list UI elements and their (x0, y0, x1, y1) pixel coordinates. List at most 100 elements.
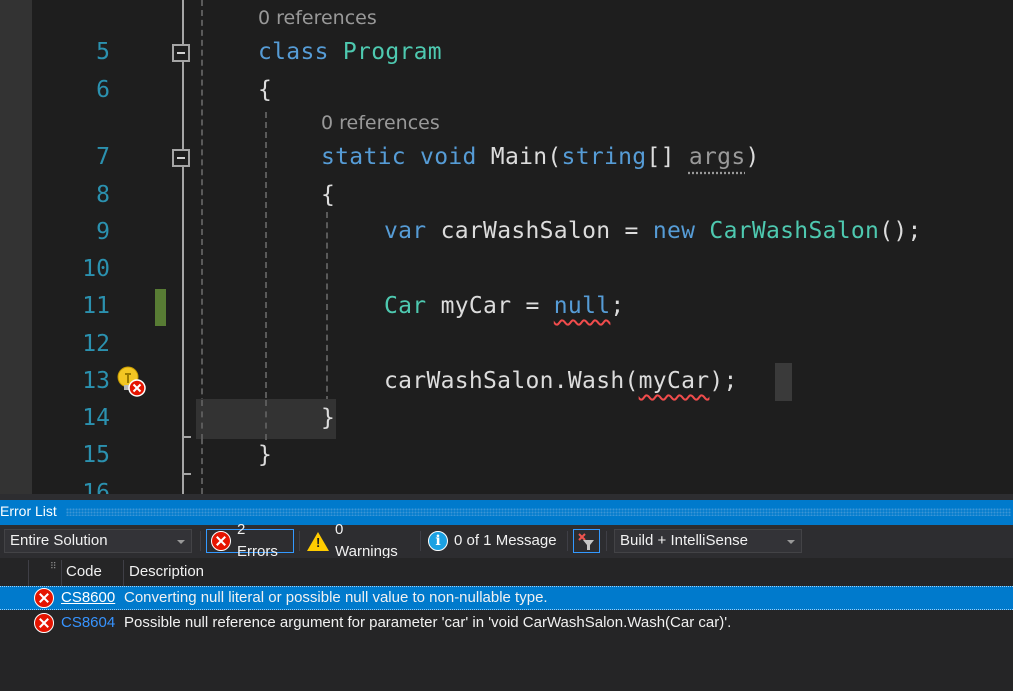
collapse-class-toggle[interactable] (172, 44, 190, 62)
line-number: 7 (96, 144, 110, 170)
errors-filter-button[interactable]: 2 Errors (206, 521, 294, 560)
line-number: 13 (82, 368, 110, 394)
error-row[interactable]: CS8600 Converting null literal or possib… (0, 586, 1013, 610)
error-list-title-bar[interactable]: Error List (0, 500, 1013, 525)
error-code-link[interactable]: CS8600 (61, 587, 115, 609)
error-row[interactable]: CS8604 Possible null reference argument … (0, 611, 1013, 635)
column-header-code[interactable]: Code (66, 558, 102, 586)
changed-line-marker (155, 289, 166, 326)
column-divider[interactable] (61, 560, 62, 586)
panel-title: Error List (0, 503, 57, 519)
indent-guide (265, 400, 267, 440)
line-number: 12 (82, 331, 110, 357)
sort-grip-icon: ⠿ (50, 562, 57, 572)
warning-icon: ! (307, 531, 329, 551)
punctuation: (); (879, 218, 922, 244)
identifier: myCar = (426, 293, 554, 319)
messages-count-label: 0 of 1 Message (454, 532, 557, 549)
code-line-7[interactable]: static void Main(string[] args) (321, 142, 760, 172)
keyword: string (561, 144, 647, 170)
punctuation: ) (745, 144, 760, 170)
keyword: static (321, 144, 406, 170)
code-line-15[interactable]: } (258, 440, 272, 470)
chevron-down-icon (177, 540, 185, 544)
line-number: 6 (96, 77, 110, 103)
collapse-method-toggle[interactable] (172, 149, 190, 167)
warnings-count-label: 0 Warnings (335, 521, 398, 560)
code-line-11[interactable]: Car myCar = null; (384, 291, 625, 321)
punctuation: ); (709, 368, 738, 394)
line-number: 9 (96, 219, 110, 245)
column-divider[interactable] (123, 560, 124, 586)
text-caret-block (775, 363, 792, 401)
panel-drag-grip[interactable] (66, 508, 1011, 516)
code-line-13[interactable]: carWashSalon.Wash(myCar); (384, 366, 738, 396)
errors-count-label: 2 Errors (237, 521, 278, 560)
code-line-9[interactable]: var carWashSalon = new CarWashSalon(); (384, 216, 922, 246)
identifier: carWashSalon = (426, 218, 653, 244)
punctuation: ; (610, 293, 625, 319)
scope-dropdown-value: Entire Solution (10, 532, 108, 549)
brace: { (321, 182, 336, 208)
code-line-5[interactable]: class Program (258, 37, 442, 67)
code-lens-references[interactable]: 0 references (321, 112, 440, 134)
clear-filter-icon (578, 533, 594, 550)
indent-guide (201, 400, 203, 440)
fold-end-marker (182, 473, 191, 475)
source-dropdown-value: Build + IntelliSense (620, 532, 748, 549)
toolbar-divider (200, 531, 201, 551)
type-name: CarWashSalon (709, 218, 880, 244)
keyword: var (384, 218, 427, 244)
line-number: 16 (82, 480, 110, 494)
toolbar-divider (567, 531, 568, 551)
code-lens-references[interactable]: 0 references (258, 7, 377, 29)
indent-guide (265, 112, 267, 438)
brace: { (258, 77, 273, 103)
code-line-6[interactable]: { (258, 75, 272, 105)
lightbulb-error-icon[interactable] (117, 366, 147, 400)
column-divider (28, 560, 29, 586)
keyword: void (420, 144, 477, 170)
line-number: 15 (82, 442, 110, 468)
code-editor[interactable]: 5 6 7 8 9 10 11 12 13 14 15 16 0 referen… (0, 0, 1013, 494)
line-number: 8 (96, 182, 110, 208)
error-squiggle-null[interactable]: null (554, 293, 611, 319)
error-icon (34, 613, 54, 633)
keyword: new (652, 218, 696, 244)
editor-left-margin (0, 0, 32, 494)
keyword: class (258, 39, 329, 65)
type-name: Program (342, 39, 442, 65)
warnings-filter-button[interactable]: ! 0 Warnings (303, 521, 413, 560)
info-icon: i (428, 531, 448, 551)
clear-filter-button[interactable] (573, 529, 600, 553)
unused-parameter: args (688, 144, 746, 170)
line-number: 5 (96, 39, 110, 65)
source-dropdown[interactable]: Build + IntelliSense (614, 529, 802, 553)
messages-filter-button[interactable]: i 0 of 1 Message (424, 529, 564, 553)
code-line-14[interactable]: } (321, 403, 335, 433)
outline-gutter (182, 0, 184, 494)
line-number: 14 (82, 405, 110, 431)
type-name: Car (384, 293, 427, 319)
error-description: Converting null literal or possible null… (124, 589, 548, 606)
toolbar-divider (299, 531, 300, 551)
error-squiggle-mycar[interactable]: myCar (639, 368, 710, 394)
indent-guide (326, 212, 328, 402)
error-icon (34, 588, 54, 608)
error-list-header: ⠿ Code Description (0, 558, 1013, 586)
code-line-8[interactable]: { (321, 180, 335, 210)
punctuation: [] (646, 144, 689, 170)
chevron-down-icon (787, 540, 795, 544)
column-header-description[interactable]: Description (129, 558, 204, 586)
error-code-link[interactable]: CS8604 (61, 611, 115, 635)
toolbar-divider (606, 531, 607, 551)
error-icon (211, 531, 231, 551)
line-number: 10 (82, 256, 110, 282)
scope-dropdown[interactable]: Entire Solution (4, 529, 192, 553)
line-number: 11 (82, 293, 110, 319)
brace: } (321, 405, 336, 431)
error-list-toolbar: Entire Solution 2 Errors ! 0 Warnings i … (0, 521, 1013, 560)
method-name: Main( (490, 144, 562, 170)
toolbar-divider (420, 531, 421, 551)
identifier: carWashSalon.Wash( (384, 368, 639, 394)
